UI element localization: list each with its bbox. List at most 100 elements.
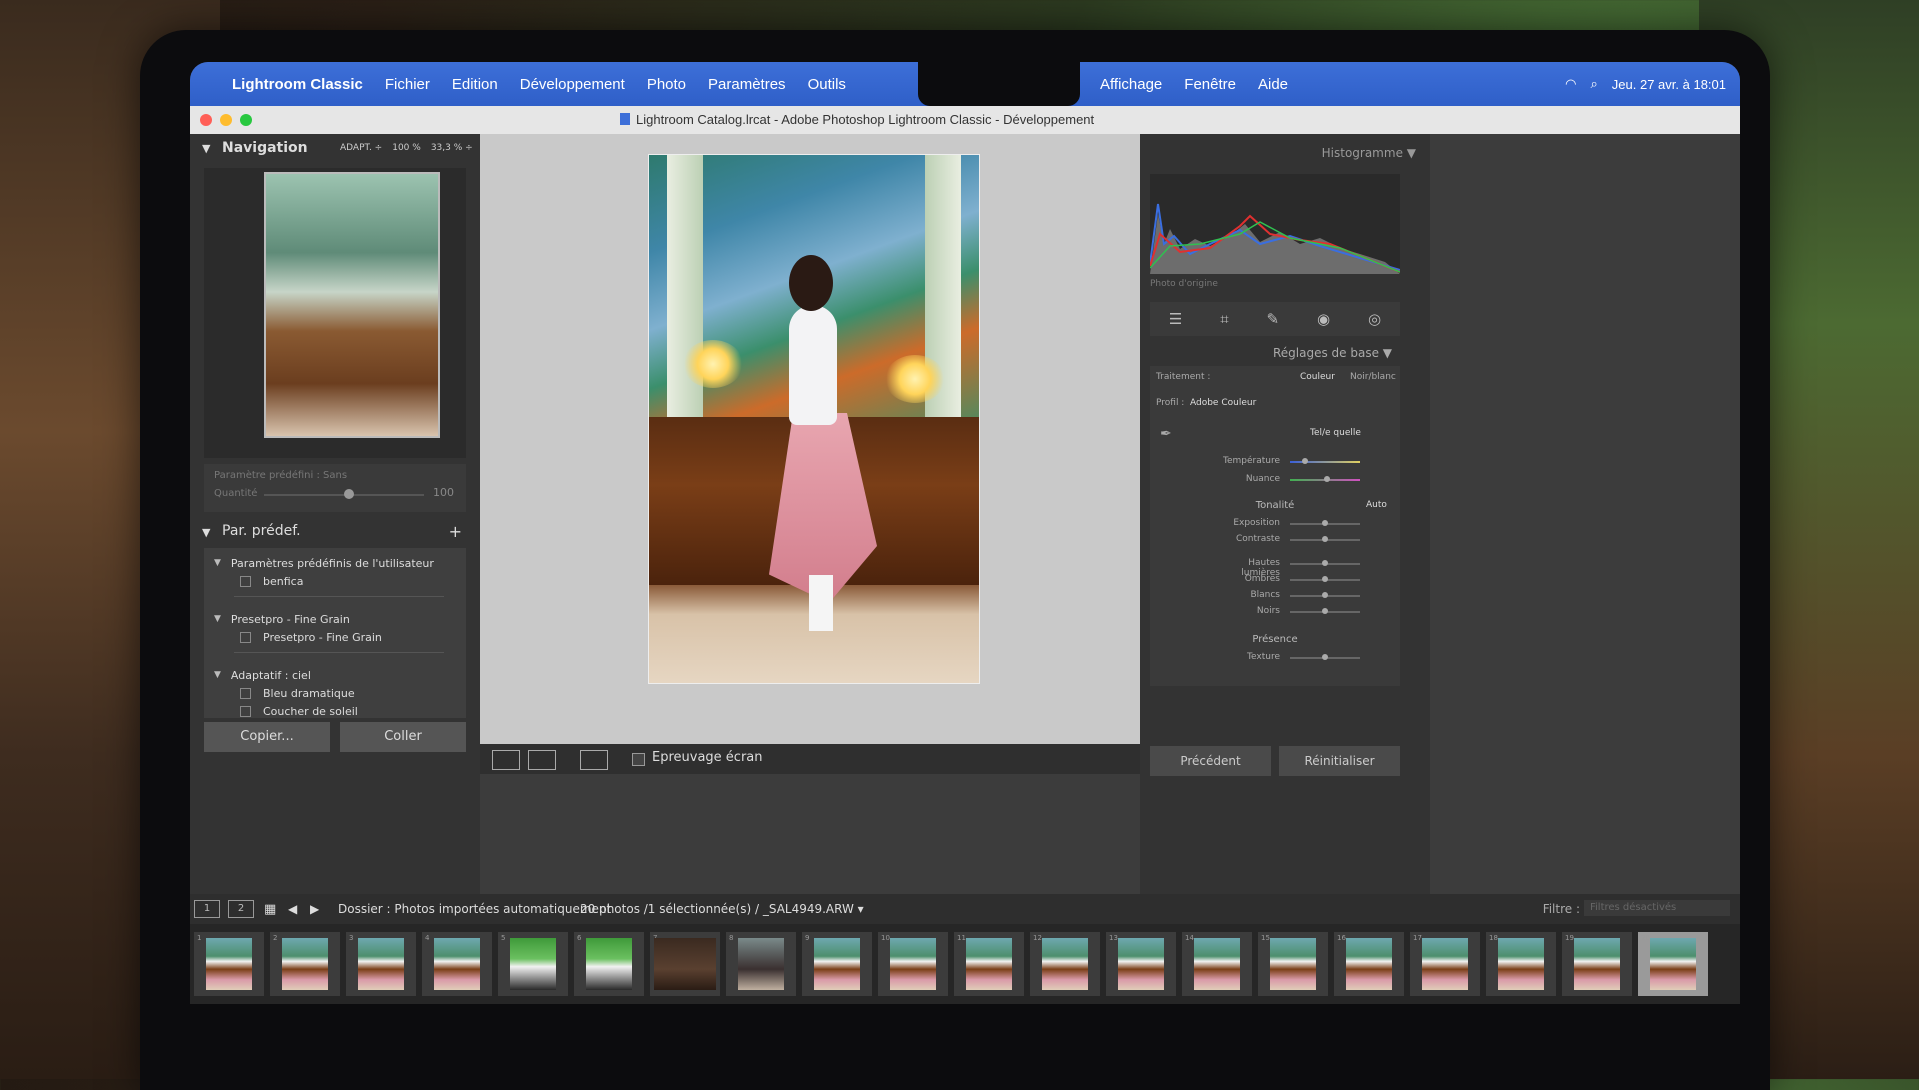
menu-aide[interactable]: Aide <box>1258 76 1288 93</box>
reset-button[interactable]: Réinitialiser <box>1279 746 1400 776</box>
basic-header[interactable]: Réglages de base ▼ <box>1150 346 1400 364</box>
navigator-preview[interactable] <box>204 168 466 458</box>
amount-slider-knob[interactable] <box>344 489 354 499</box>
filmstrip-thumbnail[interactable]: 4 <box>422 932 492 996</box>
filmstrip-thumbnail[interactable]: 9 <box>802 932 872 996</box>
whites-knob[interactable] <box>1322 592 1328 598</box>
menu-fenetre[interactable]: Fenêtre <box>1184 76 1236 93</box>
preset-item[interactable]: Coucher de soleil <box>240 702 358 720</box>
crop-icon[interactable]: ⌗ <box>1220 310 1228 328</box>
preset-group[interactable]: ▼ Presetpro - Fine Grain <box>214 610 350 628</box>
auto-button[interactable]: Auto <box>1366 500 1387 514</box>
filmstrip-thumbnail[interactable]: 18 <box>1486 932 1556 996</box>
menu-app-name[interactable]: Lightroom Classic <box>232 76 363 93</box>
histogram[interactable] <box>1150 174 1400 274</box>
treatment-bw[interactable]: Noir/blanc <box>1350 372 1396 386</box>
filmstrip-thumbnail[interactable]: 3 <box>346 932 416 996</box>
menu-outils[interactable]: Outils <box>808 76 846 93</box>
menu-parametres[interactable]: Paramètres <box>708 76 786 93</box>
screen-2-button[interactable]: 2 <box>228 900 254 918</box>
contrast-knob[interactable] <box>1322 536 1328 542</box>
add-preset-icon[interactable]: + <box>449 522 462 541</box>
preset-item[interactable]: Bleu dramatique <box>240 684 355 702</box>
filmstrip-thumbnail[interactable]: 10 <box>878 932 948 996</box>
previous-button[interactable]: Précédent <box>1150 746 1271 776</box>
paste-button[interactable]: Coller <box>340 722 466 752</box>
filmstrip-thumbnail[interactable]: 6 <box>574 932 644 996</box>
softproof-checkbox[interactable] <box>632 753 645 766</box>
texture-knob[interactable] <box>1322 654 1328 660</box>
filmstrip-thumbnail[interactable]: 19 <box>1562 932 1632 996</box>
white-balance-select[interactable]: Tel/e quelle <box>1310 428 1361 442</box>
search-icon[interactable]: ⌕ <box>1591 76 1598 92</box>
zoom-fit[interactable]: ADAPT. ÷ <box>340 143 382 153</box>
expand-triangle-icon[interactable]: ▼ <box>214 670 221 680</box>
expand-triangle-icon[interactable]: ▼ <box>214 558 221 568</box>
masking-icon[interactable]: ◎ <box>1368 310 1381 328</box>
menu-edition[interactable]: Edition <box>452 76 498 93</box>
temperature-slider[interactable] <box>1290 461 1360 463</box>
filmstrip-thumbnail[interactable]: 11 <box>954 932 1024 996</box>
treatment-color[interactable]: Couleur <box>1300 372 1335 386</box>
filmstrip-thumbnail-selected[interactable]: 20 <box>1638 932 1708 996</box>
yy-view-icon[interactable] <box>580 750 608 770</box>
filmstrip-thumbnail[interactable]: 12 <box>1030 932 1100 996</box>
filmstrip-thumbnail[interactable]: 15 <box>1258 932 1328 996</box>
edit-sliders-icon[interactable]: ☰ <box>1169 310 1182 328</box>
zoom-333[interactable]: 33,3 % ÷ <box>431 143 473 153</box>
blacks-knob[interactable] <box>1322 608 1328 614</box>
eyedropper-icon[interactable]: ✒ <box>1160 426 1172 442</box>
softproof-label[interactable]: Epreuvage écran <box>652 750 763 765</box>
selection-count[interactable]: 20 photos /1 sélectionnée(s) / _SAL4949.… <box>580 902 864 916</box>
filmstrip-thumbnail[interactable]: 1 <box>194 932 264 996</box>
image-canvas[interactable] <box>480 134 1140 744</box>
preset-group[interactable]: ▼ Adaptatif : ciel <box>214 666 311 684</box>
zoom-button[interactable] <box>240 114 252 126</box>
copy-button[interactable]: Copier... <box>204 722 330 752</box>
back-arrow-icon[interactable]: ◀ <box>288 902 297 916</box>
forward-arrow-icon[interactable]: ▶ <box>310 902 319 916</box>
grid-view-icon[interactable]: ▦ <box>264 902 276 917</box>
source-label[interactable]: Dossier : Photos importées automatiqueme… <box>338 902 611 916</box>
before-after-icon[interactable] <box>528 750 556 770</box>
zoom-100[interactable]: 100 % <box>392 143 421 153</box>
redeye-icon[interactable]: ◉ <box>1317 310 1330 328</box>
minimize-button[interactable] <box>220 114 232 126</box>
navigator-header[interactable]: ▼ Navigation ADAPT. ÷ 100 % 33,3 % ÷ <box>190 134 480 164</box>
menu-photo[interactable]: Photo <box>647 76 686 93</box>
highlights-knob[interactable] <box>1322 560 1328 566</box>
collapse-triangle-icon[interactable]: ▼ <box>202 142 210 155</box>
screen-1-button[interactable]: 1 <box>194 900 220 918</box>
filmstrip-thumbnail[interactable]: 2 <box>270 932 340 996</box>
filmstrip-thumbnail[interactable]: 13 <box>1106 932 1176 996</box>
wifi-icon[interactable]: ◠ <box>1565 76 1576 92</box>
loupe-view-icon[interactable] <box>492 750 520 770</box>
expand-triangle-icon[interactable]: ▼ <box>214 614 221 624</box>
collapse-triangle-icon[interactable]: ▼ <box>202 526 210 539</box>
shadows-knob[interactable] <box>1322 576 1328 582</box>
filmstrip-thumbnail[interactable]: 7 <box>650 932 720 996</box>
close-button[interactable] <box>200 114 212 126</box>
filmstrip-thumbnail[interactable]: 8 <box>726 932 796 996</box>
filmstrip-thumbnail[interactable]: 5 <box>498 932 568 996</box>
filmstrip-thumbnail[interactable]: 16 <box>1334 932 1404 996</box>
clock[interactable]: Jeu. 27 avr. à 18:01 <box>1612 77 1726 92</box>
preset-group[interactable]: ▼ Paramètres prédéfinis de l'utilisateur <box>214 554 434 572</box>
presets-header[interactable]: ▼ Par. prédef. + <box>190 518 480 546</box>
filmstrip-thumbnail[interactable]: 14 <box>1182 932 1252 996</box>
navigator-thumbnail[interactable] <box>264 172 440 438</box>
exposure-knob[interactable] <box>1322 520 1328 526</box>
original-photo-label[interactable]: Photo d'origine <box>1150 279 1218 289</box>
filter-select[interactable]: Filtres désactivés <box>1584 900 1730 916</box>
preset-item[interactable]: Presetpro - Fine Grain <box>240 628 382 646</box>
menu-affichage[interactable]: Affichage <box>1100 76 1162 93</box>
preset-item[interactable]: benfica <box>240 572 303 590</box>
histogram-title[interactable]: Histogramme ▼ <box>1322 146 1416 160</box>
temperature-knob[interactable] <box>1302 458 1308 464</box>
menu-developpement[interactable]: Développement <box>520 76 625 93</box>
main-photo[interactable] <box>648 154 980 684</box>
filmstrip-thumbnail[interactable]: 17 <box>1410 932 1480 996</box>
tint-knob[interactable] <box>1324 476 1330 482</box>
menu-fichier[interactable]: Fichier <box>385 76 430 93</box>
profile-select[interactable]: Adobe Couleur <box>1190 398 1256 412</box>
